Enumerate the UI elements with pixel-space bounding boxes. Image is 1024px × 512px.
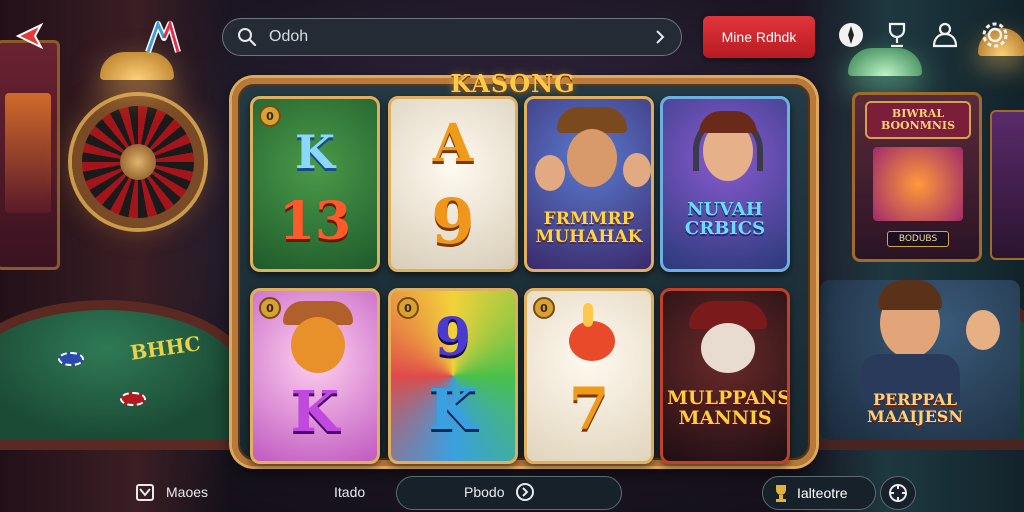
bottom-nav-left-label: Maoes	[166, 484, 209, 500]
gift-icon	[136, 484, 154, 501]
trophy-button[interactable]	[880, 18, 914, 52]
card-symbol-top: K	[295, 125, 335, 179]
bottom-nav-mid-label: Itado	[334, 484, 366, 500]
panel-title: KASONG	[450, 68, 576, 98]
roulette-wheel	[72, 96, 204, 228]
poster-title: PERPPAL MAAIJESN	[867, 390, 963, 426]
crosshair-icon	[889, 484, 907, 502]
bottom-center-item[interactable]: Pbodo	[464, 474, 536, 510]
card-badge: 0	[259, 105, 281, 127]
arcade-machine-right: BIWRAL BOONMNIS BODUBS	[852, 92, 982, 262]
arcade-machine-left	[0, 40, 60, 270]
search-bar[interactable]: Odoh	[222, 18, 682, 56]
card-caption: FRMMRP MUHAHAK	[535, 209, 643, 247]
game-card-7[interactable]: 0 7	[524, 288, 654, 464]
search-input[interactable]: Odoh	[269, 28, 653, 46]
settings-button[interactable]	[978, 18, 1012, 52]
compass-icon	[839, 23, 863, 47]
bottom-nav-left[interactable]: Maoes	[134, 474, 208, 510]
lamp-right	[848, 48, 922, 76]
card-badge: 0	[533, 297, 555, 319]
card-badge: 0	[259, 297, 281, 319]
bonus-label: BODUBS	[887, 231, 949, 247]
arcade-sign: BIWRAL BOONMNIS	[865, 101, 971, 139]
arcade-machine-edge	[990, 110, 1024, 260]
back-button[interactable]	[10, 16, 50, 56]
bottom-right-pill[interactable]: Ialteotre	[762, 476, 876, 510]
target-button[interactable]	[880, 476, 916, 510]
gear-icon	[982, 22, 1008, 48]
promo-poster-right: PERPPAL MAAIJESN	[820, 280, 1020, 440]
chip-blue	[58, 352, 84, 366]
card-symbol-top: A	[432, 113, 474, 174]
character-face	[567, 129, 617, 187]
card-symbol-bottom: 13	[278, 191, 352, 252]
card-caption: MULPPANS MANNIS	[667, 387, 790, 429]
refresh-icon	[516, 483, 535, 501]
character-face	[291, 317, 345, 373]
logo-icon	[145, 19, 181, 54]
user-icon	[932, 22, 958, 48]
character-face	[701, 323, 755, 373]
notification-button[interactable]	[834, 18, 868, 52]
card-caption: NUVAH CRBICS	[684, 199, 766, 239]
table-felt-text: BHHC	[128, 331, 202, 365]
game-card-3[interactable]: FRMMRP MUHAHAK	[524, 96, 654, 272]
card-symbol-bottom: K	[290, 379, 340, 445]
primary-cta-button[interactable]: Mine Rdhdk	[703, 16, 815, 58]
trophy-gold-icon	[776, 485, 786, 502]
app-logo[interactable]	[138, 16, 188, 60]
game-card-6[interactable]: 0 9 K	[388, 288, 518, 464]
bottom-right-label: Ialteotre	[797, 485, 848, 501]
card-symbol-bottom: 9	[431, 185, 475, 258]
card-symbol-bottom: K	[428, 377, 478, 443]
card-symbol-top: 9	[434, 307, 472, 368]
game-card-2[interactable]: A 9	[388, 96, 518, 272]
trophy-icon	[888, 22, 906, 48]
bottom-nav-mid[interactable]: Itado	[334, 474, 365, 510]
back-arrow-icon	[15, 22, 44, 50]
card-symbol-bottom: 7	[568, 375, 610, 443]
chevron-right-icon[interactable]	[653, 29, 667, 45]
rabbit-mascot	[569, 321, 615, 361]
search-icon	[238, 28, 257, 47]
game-card-8[interactable]: MULPPANS MANNIS	[660, 288, 790, 464]
game-card-1[interactable]: 0 K 13	[250, 96, 380, 272]
chip-red	[120, 392, 146, 406]
bottom-center-label: Pbodo	[464, 484, 505, 500]
game-card-4[interactable]: NUVAH CRBICS	[660, 96, 790, 272]
profile-button[interactable]	[928, 18, 962, 52]
game-card-5[interactable]: 0 K	[250, 288, 380, 464]
